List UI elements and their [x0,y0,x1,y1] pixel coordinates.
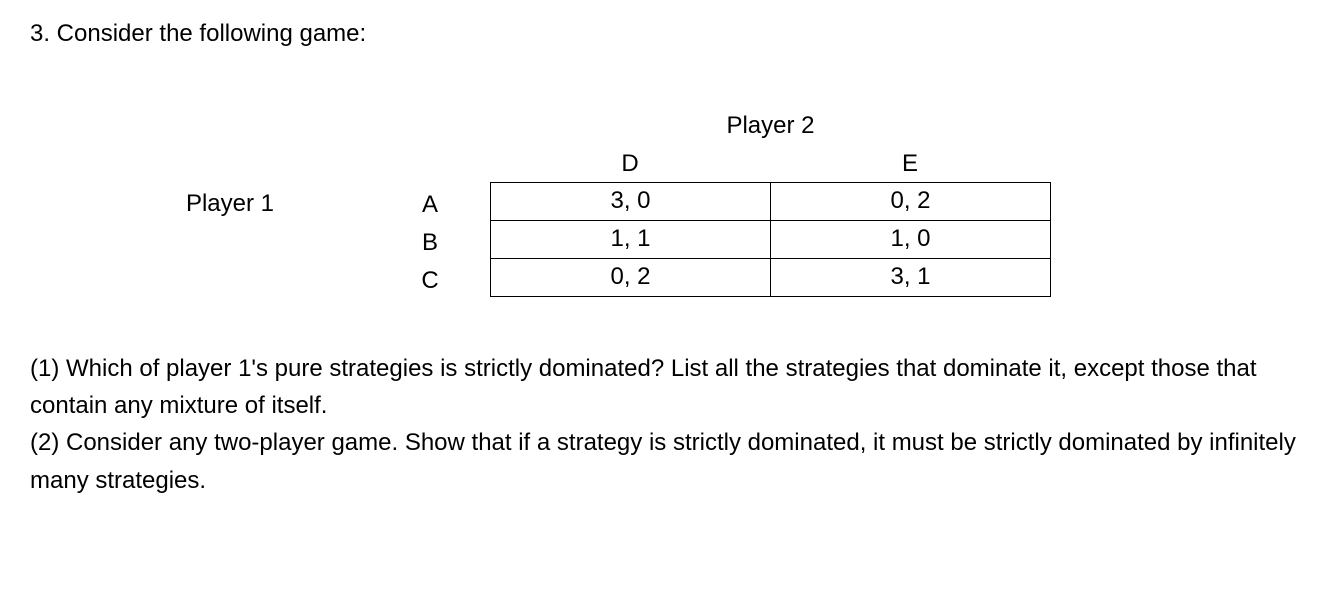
cell-ce: 3, 1 [771,258,1051,296]
row-header-c: C [421,262,438,300]
game-matrix: Player 1 A B C Player 2 D E 3, 0 0, 2 1,… [90,108,1308,300]
col-header-d: D [490,146,770,182]
row-headers: A B C [370,186,490,300]
question-2: (2) Consider any two-player game. Show t… [30,424,1308,498]
payoff-table: 3, 0 0, 2 1, 1 1, 0 0, 2 3, 1 [490,182,1051,297]
cell-ad: 3, 0 [491,182,771,220]
player1-label: Player 1 [90,190,370,218]
col-header-e: E [770,146,1050,182]
table-row: 0, 2 3, 1 [491,258,1051,296]
cell-be: 1, 0 [771,220,1051,258]
cell-ae: 0, 2 [771,182,1051,220]
row-header-a: A [422,186,438,224]
row-header-b: B [422,224,438,262]
column-headers: D E [490,146,1051,182]
question-intro: 3. Consider the following game: [30,20,1308,48]
table-row: 1, 1 1, 0 [491,220,1051,258]
table-row: 3, 0 0, 2 [491,182,1051,220]
questions-block: (1) Which of player 1's pure strategies … [30,350,1308,499]
cell-bd: 1, 1 [491,220,771,258]
player2-label: Player 2 [490,112,1051,140]
cell-cd: 0, 2 [491,258,771,296]
question-1: (1) Which of player 1's pure strategies … [30,350,1308,424]
